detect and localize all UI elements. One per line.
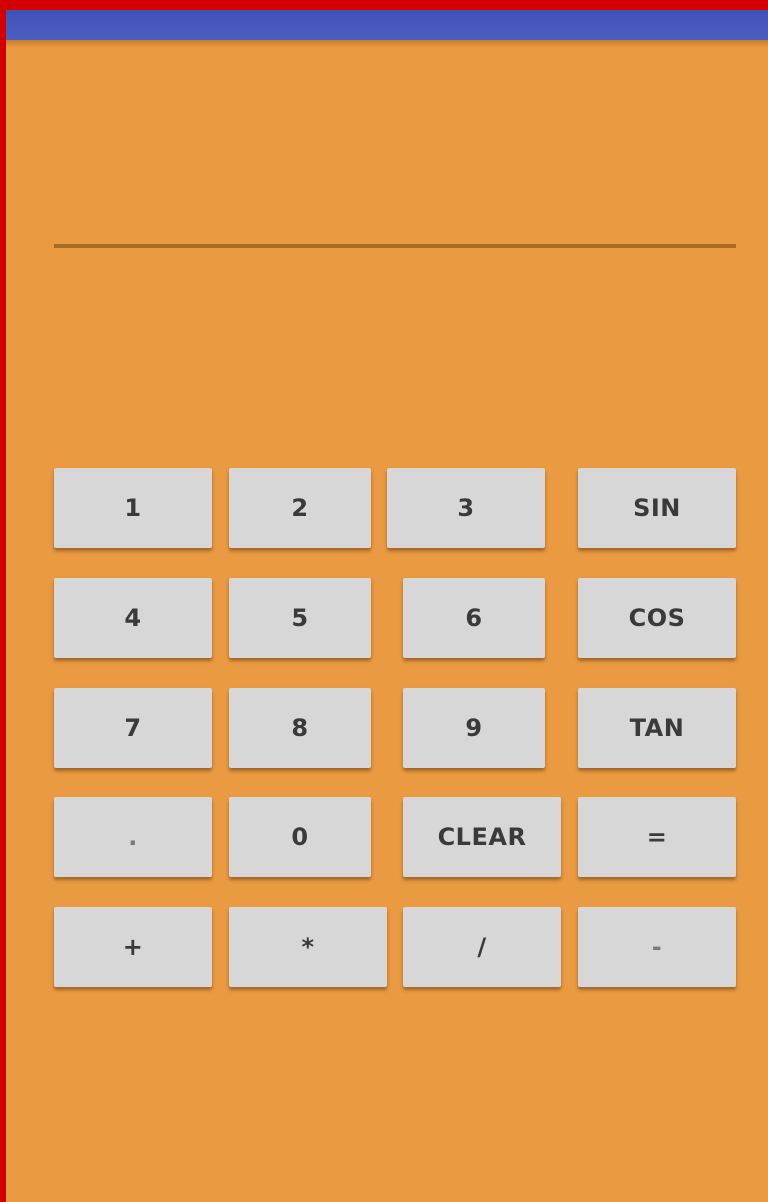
status-bar <box>6 10 768 40</box>
key-9-button[interactable]: 9 <box>403 688 545 768</box>
key-7-button[interactable]: 7 <box>54 688 212 768</box>
cos-button[interactable]: COS <box>578 578 736 658</box>
sin-button[interactable]: SIN <box>578 468 736 548</box>
key-3-button[interactable]: 3 <box>387 468 545 548</box>
minus-button[interactable]: - <box>578 907 736 987</box>
divide-button[interactable]: / <box>403 907 561 987</box>
plus-button[interactable]: + <box>54 907 212 987</box>
decimal-point-button[interactable]: . <box>54 797 212 877</box>
key-1-button[interactable]: 1 <box>54 468 212 548</box>
key-5-button[interactable]: 5 <box>229 578 371 658</box>
key-0-button[interactable]: 0 <box>229 797 371 877</box>
key-4-button[interactable]: 4 <box>54 578 212 658</box>
display-underline <box>54 244 736 248</box>
status-bar-shadow <box>6 40 768 48</box>
display-input[interactable] <box>54 190 740 244</box>
clear-button[interactable]: CLEAR <box>403 797 561 877</box>
equals-button[interactable]: = <box>578 797 736 877</box>
key-2-button[interactable]: 2 <box>229 468 371 548</box>
multiply-button[interactable]: * <box>229 907 387 987</box>
tan-button[interactable]: TAN <box>578 688 736 768</box>
key-8-button[interactable]: 8 <box>229 688 371 768</box>
key-6-button[interactable]: 6 <box>403 578 545 658</box>
